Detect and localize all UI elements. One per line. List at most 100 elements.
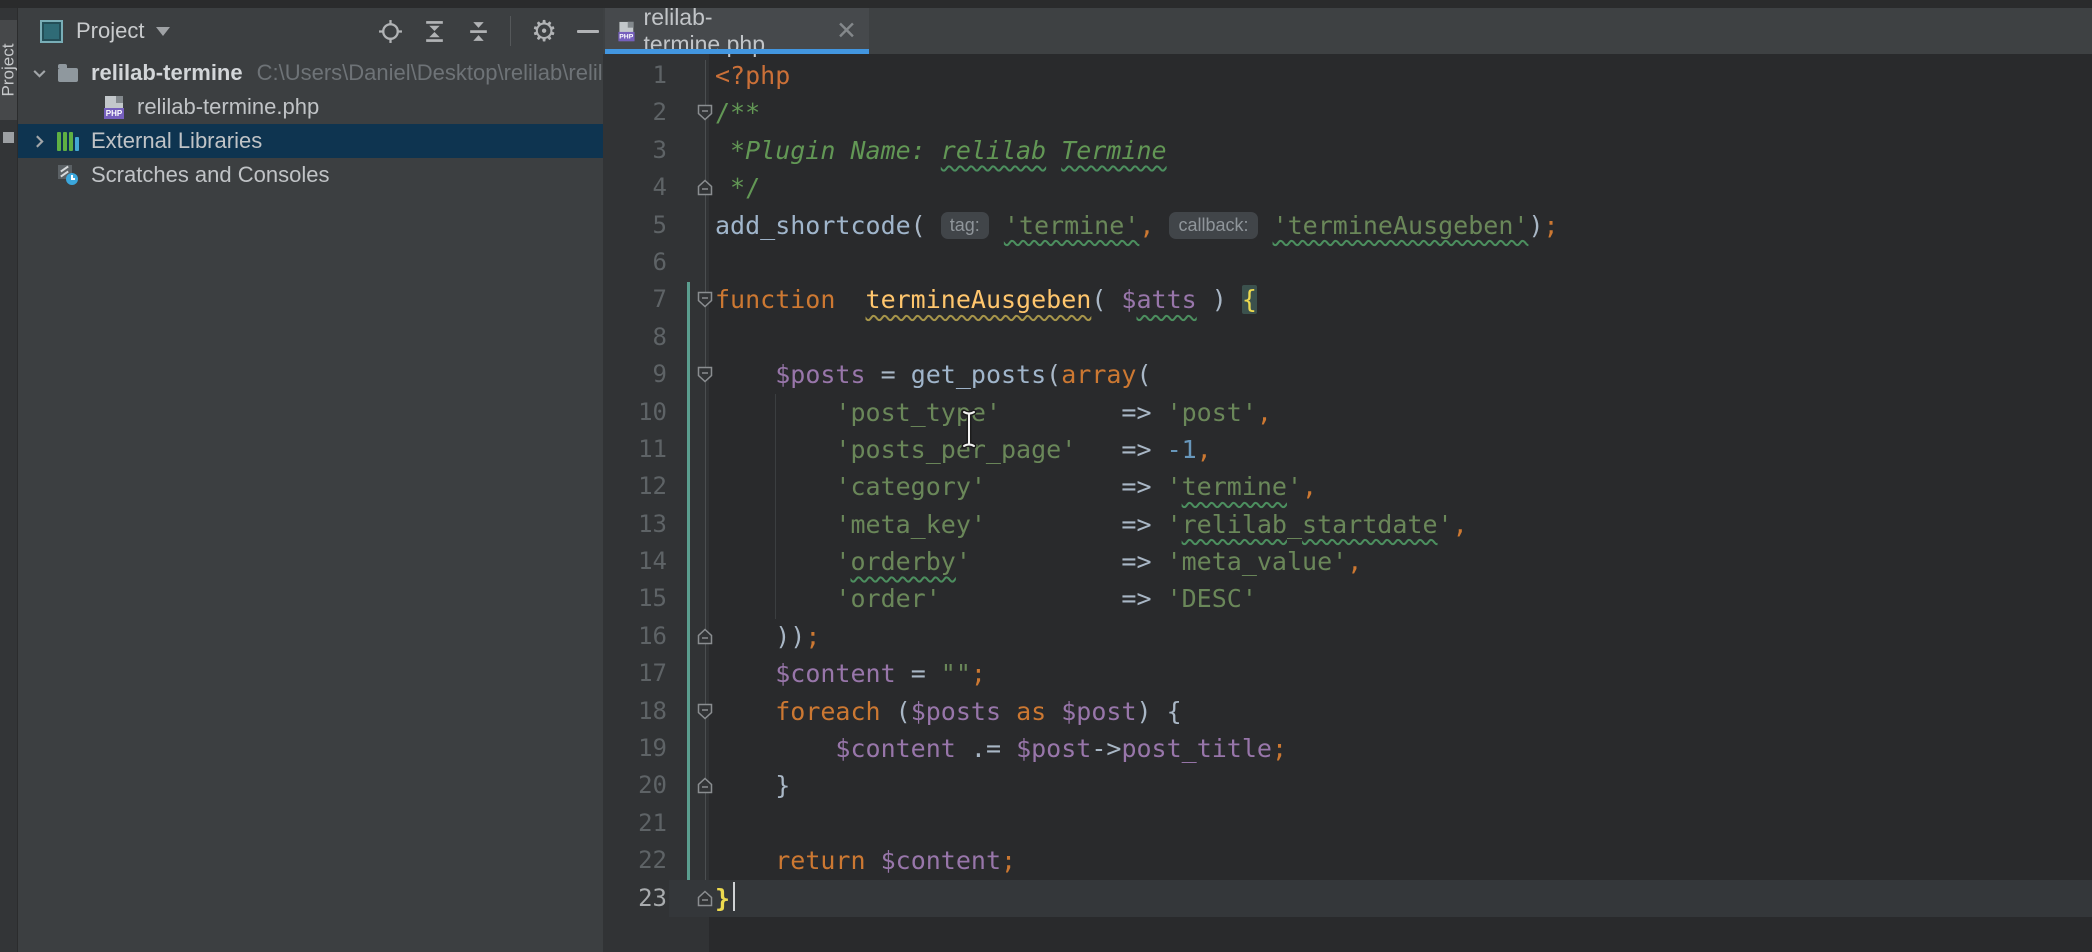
code-line-22[interactable]: 22 return $content; — [603, 842, 2092, 879]
line-number: 16 — [603, 618, 667, 655]
line-number: 7 — [603, 281, 667, 318]
code-line-21[interactable]: 21 — [603, 805, 2092, 842]
code-text[interactable]: } — [715, 767, 2092, 804]
gutter-fold-column[interactable] — [667, 693, 715, 730]
fold-marker-icon[interactable] — [697, 703, 713, 720]
code-text[interactable]: add_shortcode( tag: 'termine', callback:… — [715, 207, 2092, 244]
code-text[interactable]: 'post_type' => 'post', — [715, 394, 2092, 431]
php-file-icon: PHP — [618, 21, 634, 41]
tab-relilab-termine-php[interactable]: PHP relilab-termine.php ✕ — [605, 8, 869, 54]
code-text[interactable]: function termineAusgeben( $atts ) { — [715, 281, 2092, 318]
chevron-down-icon[interactable] — [31, 65, 48, 82]
code-text[interactable]: )); — [715, 618, 2092, 655]
gutter-fold-column[interactable] — [667, 94, 715, 131]
code-line-6[interactable]: 6 — [603, 244, 2092, 281]
line-number: 11 — [603, 431, 667, 468]
line-number: 3 — [603, 132, 667, 169]
tree-item-scratches-and-consoles[interactable]: Scratches and Consoles — [18, 158, 603, 192]
fold-marker-icon[interactable] — [697, 890, 713, 907]
editor-tab-bar: PHP relilab-termine.php ✕ — [603, 8, 2092, 54]
code-text[interactable]: *Plugin Name: relilab Termine — [715, 132, 2092, 169]
gutter-fold-column[interactable] — [667, 281, 715, 318]
php-file-icon: PHP — [104, 96, 124, 119]
code-text[interactable]: } — [715, 880, 2092, 917]
code-editor[interactable]: 1<?php2/**3 *Plugin Name: relilab Termin… — [603, 54, 2092, 952]
code-line-11[interactable]: 11 'posts_per_page' => -1, — [603, 431, 2092, 468]
code-text[interactable]: 'posts_per_page' => -1, — [715, 431, 2092, 468]
code-line-12[interactable]: 12 'category' => 'termine', — [603, 468, 2092, 505]
code-line-14[interactable]: 14 'orderby' => 'meta_value', — [603, 543, 2092, 580]
collapse-all-icon[interactable] — [466, 19, 491, 44]
tree-item-label: External Libraries — [91, 128, 262, 154]
code-line-3[interactable]: 3 *Plugin Name: relilab Termine — [603, 132, 2092, 169]
gutter-fold-column[interactable] — [667, 880, 715, 917]
code-text[interactable]: <?php — [715, 57, 2092, 94]
gutter-fold-column — [667, 655, 715, 692]
code-line-10[interactable]: 10 'post_type' => 'post', — [603, 394, 2092, 431]
code-line-1[interactable]: 1<?php — [603, 57, 2092, 94]
tree-item-relilab-termine[interactable]: relilab-termineC:\Users\Daniel\Desktop\r… — [18, 56, 603, 90]
scratches-icon — [58, 165, 78, 185]
project-panel-toolbar: ⚙ — [378, 8, 599, 54]
window-top-strip — [0, 0, 2092, 8]
code-text[interactable]: 'orderby' => 'meta_value', — [715, 543, 2092, 580]
project-stripe-button[interactable]: Project — [0, 20, 17, 120]
fold-marker-icon[interactable] — [697, 104, 713, 121]
code-text[interactable]: $posts = get_posts(array( — [715, 356, 2092, 393]
gutter-fold-column — [667, 468, 715, 505]
settings-gear-icon[interactable]: ⚙ — [530, 19, 558, 44]
code-text[interactable] — [715, 244, 2092, 281]
tool-window-stripe: Project — [0, 8, 18, 952]
line-number: 19 — [603, 730, 667, 767]
code-line-8[interactable]: 8 — [603, 319, 2092, 356]
code-text[interactable]: $content = ""; — [715, 655, 2092, 692]
code-line-15[interactable]: 15 'order' => 'DESC' — [603, 580, 2092, 617]
code-text[interactable]: 'meta_key' => 'relilab_startdate', — [715, 506, 2092, 543]
chevron-down-icon[interactable] — [156, 27, 170, 36]
project-panel-title[interactable]: Project — [76, 18, 144, 44]
expand-all-icon[interactable] — [422, 19, 447, 44]
tree-item-relilab-termine-php[interactable]: PHPrelilab-termine.php — [18, 90, 603, 124]
code-line-9[interactable]: 9 $posts = get_posts(array( — [603, 356, 2092, 393]
code-text[interactable]: foreach ($posts as $post) { — [715, 693, 2092, 730]
gutter-fold-column[interactable] — [667, 169, 715, 206]
code-line-17[interactable]: 17 $content = ""; — [603, 655, 2092, 692]
code-line-2[interactable]: 2/** — [603, 94, 2092, 131]
fold-marker-icon[interactable] — [697, 628, 713, 645]
code-line-19[interactable]: 19 $content .= $post->post_title; — [603, 730, 2092, 767]
tree-item-external-libraries[interactable]: External Libraries — [18, 124, 603, 158]
code-line-23[interactable]: 23} — [603, 880, 2092, 917]
code-line-18[interactable]: 18 foreach ($posts as $post) { — [603, 693, 2092, 730]
code-text[interactable] — [715, 805, 2092, 842]
code-text[interactable]: /** — [715, 94, 2092, 131]
text-caret — [733, 882, 735, 911]
code-line-20[interactable]: 20 } — [603, 767, 2092, 804]
gutter-fold-column[interactable] — [667, 356, 715, 393]
hide-panel-icon[interactable] — [577, 30, 599, 33]
code-line-7[interactable]: 7 function termineAusgeben( $atts ) { — [603, 281, 2092, 318]
close-icon[interactable]: ✕ — [836, 21, 857, 41]
line-number: 14 — [603, 543, 667, 580]
gutter-fold-column[interactable] — [667, 618, 715, 655]
locate-file-icon[interactable] — [378, 19, 403, 44]
fold-marker-icon[interactable] — [697, 291, 713, 308]
code-text[interactable]: 'category' => 'termine', — [715, 468, 2092, 505]
tool-window-square-icon[interactable] — [3, 132, 14, 143]
fold-marker-icon[interactable] — [697, 366, 713, 383]
line-number: 6 — [603, 244, 667, 281]
gutter-fold-column[interactable] — [667, 767, 715, 804]
code-text[interactable]: */ — [715, 169, 2092, 206]
code-text[interactable]: return $content; — [715, 842, 2092, 879]
fold-marker-icon[interactable] — [697, 777, 713, 794]
gutter-fold-column — [667, 319, 715, 356]
chevron-right-icon[interactable] — [31, 133, 48, 150]
code-text[interactable] — [715, 319, 2092, 356]
code-line-13[interactable]: 13 'meta_key' => 'relilab_startdate', — [603, 506, 2092, 543]
code-line-4[interactable]: 4 */ — [603, 169, 2092, 206]
code-text[interactable]: 'order' => 'DESC' — [715, 580, 2092, 617]
code-text[interactable]: $content .= $post->post_title; — [715, 730, 2092, 767]
line-number: 9 — [603, 356, 667, 393]
code-line-5[interactable]: 5add_shortcode( tag: 'termine', callback… — [603, 207, 2092, 244]
fold-marker-icon[interactable] — [697, 179, 713, 196]
code-line-16[interactable]: 16 )); — [603, 618, 2092, 655]
